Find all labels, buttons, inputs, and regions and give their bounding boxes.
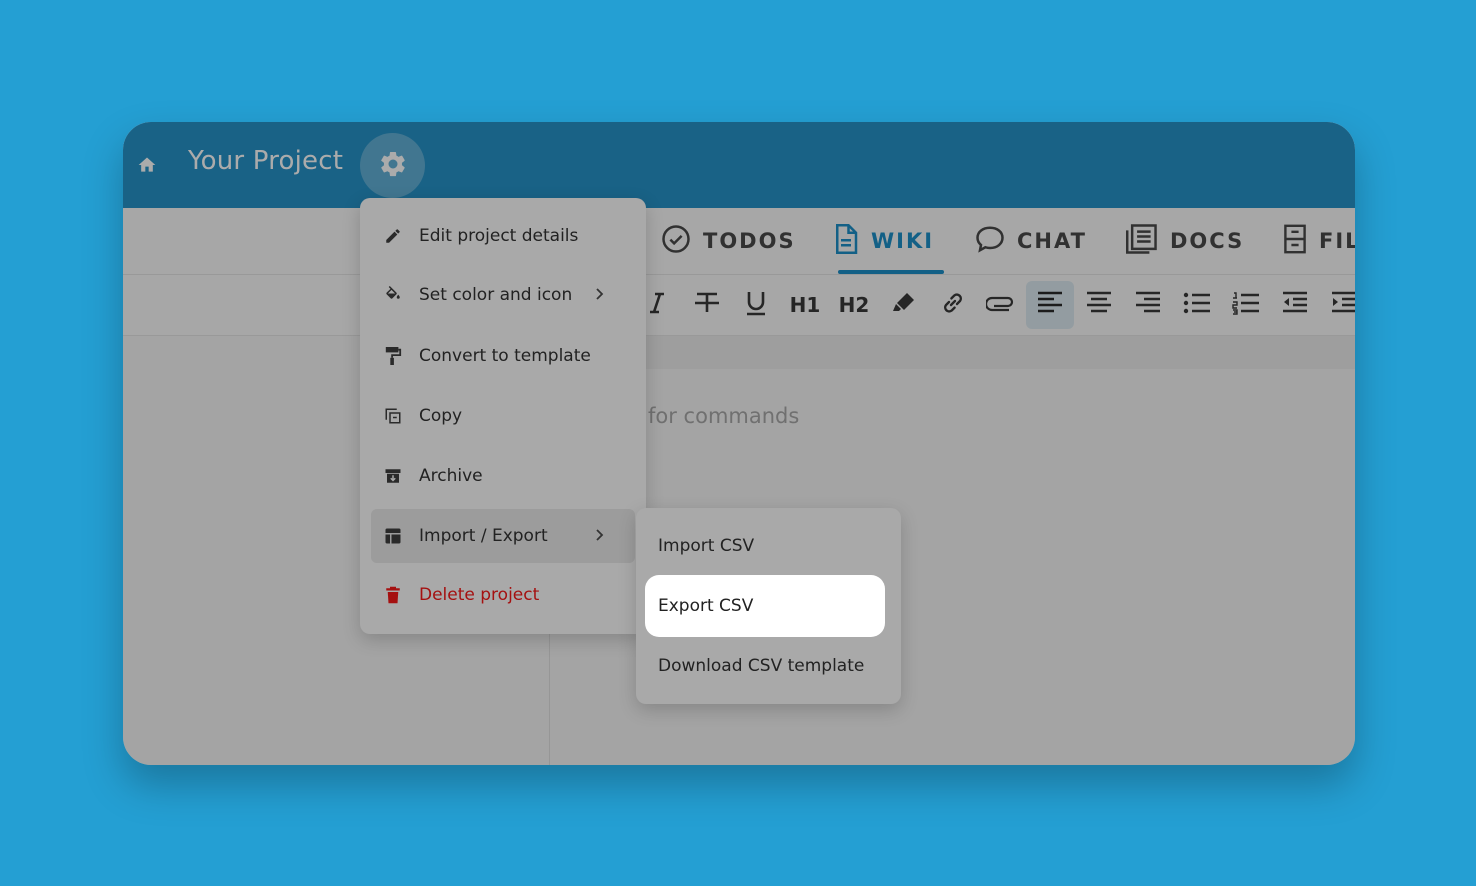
project-menu: Edit project details Set color and icon … [360,198,646,634]
copy-icon [383,406,403,426]
menu-item-copy[interactable]: Copy [371,389,635,443]
menu-item-import-export[interactable]: Import / Export [371,509,635,563]
menu-item-delete-project[interactable]: Delete project [371,568,635,622]
chevron-right-icon [595,527,605,547]
pencil-icon [383,226,403,246]
menu-item-edit-project[interactable]: Edit project details [371,209,635,263]
menu-item-label: Copy [419,406,463,426]
submenu-item-import-csv[interactable]: Import CSV [645,515,885,577]
chevron-right-icon [595,286,605,306]
trash-icon [383,585,403,605]
menu-item-label: Set color and icon [419,285,573,305]
menu-item-label: Edit project details [419,226,579,246]
menu-item-label: Convert to template [419,346,591,366]
archive-icon [383,466,403,486]
menu-item-label: Archive [419,466,483,486]
paint-bucket-icon [383,285,403,305]
submenu-item-download-template[interactable]: Download CSV template [645,635,885,697]
paint-roller-icon [383,346,403,366]
import-export-submenu: Import CSV Export CSV Download CSV templ… [636,508,901,704]
menu-item-convert-template[interactable]: Convert to template [371,329,635,383]
submenu-item-export-csv[interactable]: Export CSV [645,575,885,637]
menu-item-label: Delete project [419,585,540,605]
menu-item-archive[interactable]: Archive [371,449,635,503]
menu-item-set-color-icon[interactable]: Set color and icon [371,268,635,322]
table-icon [383,526,403,546]
menu-item-label: Import / Export [419,526,548,546]
